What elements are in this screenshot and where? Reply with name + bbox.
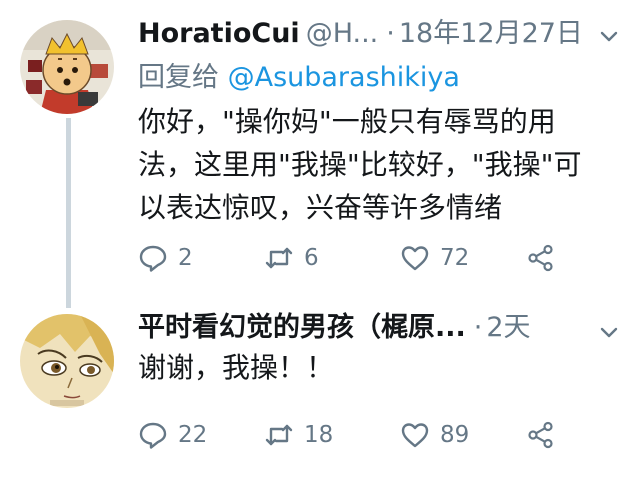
timestamp[interactable]: 2天 xyxy=(486,312,530,343)
avatar[interactable] xyxy=(20,314,114,408)
reply-button[interactable]: 2 xyxy=(138,241,193,275)
like-icon xyxy=(401,246,429,271)
like-button[interactable]: 72 xyxy=(400,241,469,275)
replying-to-label: 回复给 xyxy=(138,62,219,93)
avatar[interactable] xyxy=(20,20,114,114)
retweet-icon xyxy=(265,247,293,269)
avatar-anime-icon xyxy=(20,314,114,408)
tweet[interactable]: 平时看幻觉的男孩（梶原... · 2天 谢谢，我操！！ 22 18 89 xyxy=(0,292,640,488)
retweet-button[interactable]: 18 xyxy=(264,418,333,452)
retweet-count: 6 xyxy=(304,245,319,271)
tweet-actions: 22 18 89 xyxy=(138,418,578,452)
like-count: 72 xyxy=(440,245,470,271)
like-count: 89 xyxy=(440,422,470,448)
tweet[interactable]: HoratioCui @H... · 18年12月27日 回复给 @Asubarash… xyxy=(0,0,640,292)
retweet-button[interactable]: 6 xyxy=(264,241,319,275)
tweet-header: 平时看幻觉的男孩（梶原... · 2天 xyxy=(138,308,640,348)
mention-link[interactable]: @Asubarashikiya xyxy=(228,62,460,93)
reply-count: 2 xyxy=(178,245,193,271)
reply-button[interactable]: 22 xyxy=(138,418,207,452)
like-button[interactable]: 89 xyxy=(400,418,469,452)
chevron-down-icon[interactable] xyxy=(596,24,622,50)
replying-to: 回复给 @Asubarashikiya xyxy=(138,58,460,98)
like-icon xyxy=(401,423,429,448)
chevron-down-icon[interactable] xyxy=(596,320,622,346)
retweet-count: 18 xyxy=(304,422,334,448)
retweet-icon xyxy=(265,424,293,446)
tweet-header: HoratioCui @H... · 18年12月27日 xyxy=(138,14,640,54)
reply-icon xyxy=(139,422,167,449)
separator-dot: · xyxy=(473,312,483,343)
display-name[interactable]: 平时看幻觉的男孩（梶原... xyxy=(138,312,466,343)
avatar-cartoon-icon xyxy=(20,20,114,114)
share-button[interactable] xyxy=(526,418,556,452)
tweet-text: 你好，"操你妈"一般只有辱骂的用法，这里用"我操"比较好，"我操"可以表达惊叹，… xyxy=(138,105,582,224)
share-icon xyxy=(528,244,553,272)
timestamp[interactable]: 18年12月27日 xyxy=(399,18,583,49)
tweet-actions: 2 6 72 xyxy=(138,241,578,275)
tweet-text: 谢谢，我操！！ xyxy=(138,351,335,384)
reply-icon xyxy=(139,245,167,272)
reply-count: 22 xyxy=(178,422,208,448)
user-handle[interactable]: @H... xyxy=(306,18,379,49)
share-button[interactable] xyxy=(526,241,556,275)
display-name[interactable]: HoratioCui xyxy=(138,18,300,49)
share-icon xyxy=(528,421,553,449)
separator-dot: · xyxy=(386,18,395,49)
